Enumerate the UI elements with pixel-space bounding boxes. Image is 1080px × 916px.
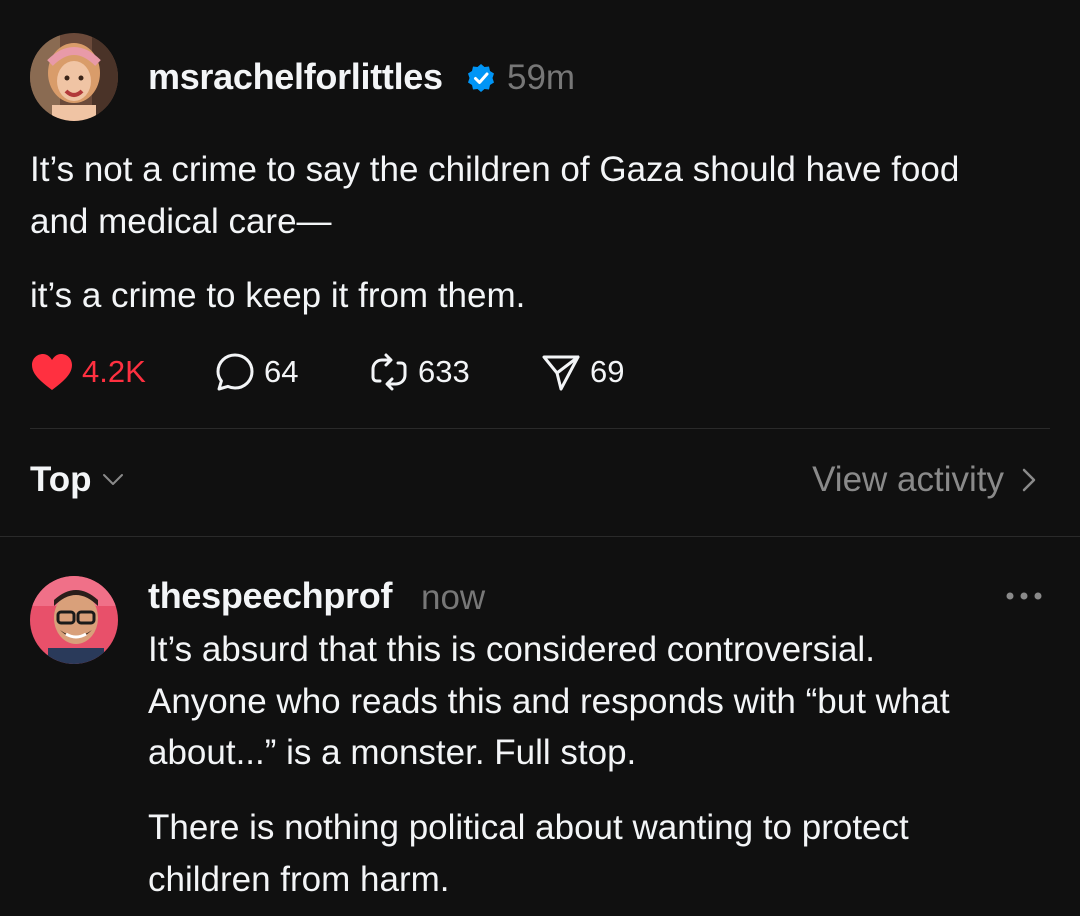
sort-dropdown[interactable]: Top [30,460,124,500]
more-options-icon[interactable] [1004,586,1044,606]
reply-text-line: There is nothing political about wanting… [148,808,909,847]
like-button[interactable]: 4.2K [30,350,146,394]
heart-filled-icon [32,354,72,390]
chevron-down-icon [102,474,123,485]
author-avatar[interactable] [30,33,118,121]
reply-text-line: Anyone who reads this and responds with … [148,682,950,721]
share-count: 69 [590,354,625,389]
post-text-line: it’s a crime to keep it from them. [30,276,526,315]
comment-button[interactable]: 64 [214,350,298,394]
repost-button[interactable]: 633 [368,350,470,394]
reply-author-avatar[interactable] [30,576,118,664]
reply-text-line: children from harm. [148,860,450,899]
repost-count: 633 [418,354,470,389]
comment-count: 64 [264,354,299,389]
like-count: 4.2K [82,354,146,389]
post-text-line: and medical care— [30,202,332,241]
reply-text-line: about...” is a monster. Full stop. [148,733,637,772]
divider [30,428,1050,429]
reply-text-line: It’s absurd that this is considered cont… [148,630,875,669]
reply-timestamp: now [421,578,486,617]
chevron-right-icon [1022,468,1036,492]
post-text-line: It’s not a crime to say the children of … [30,150,960,189]
comment-bubble-icon [216,353,254,391]
view-activity-label: View activity [812,460,1004,499]
repost-icon [371,353,407,391]
post-timestamp: 59m [507,58,576,97]
view-activity-link[interactable]: View activity [812,460,1036,500]
verified-badge-icon [468,64,494,92]
send-icon [542,355,580,391]
sort-label: Top [30,460,92,499]
share-button[interactable]: 69 [540,350,624,394]
reply-author-username[interactable]: thespeechprof [148,575,392,617]
author-username[interactable]: msrachelforlittles [148,56,443,98]
divider [0,536,1080,537]
